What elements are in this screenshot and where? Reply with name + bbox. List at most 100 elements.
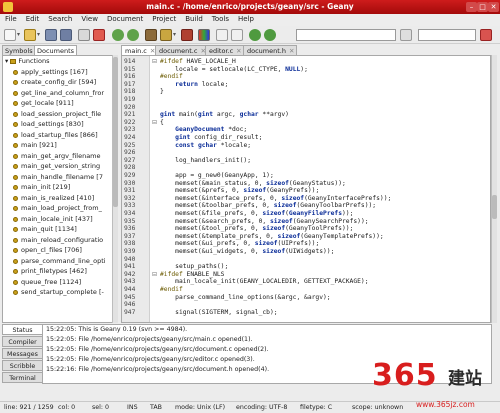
symbol-label: load_settings [830] [21, 120, 84, 128]
symbol-item[interactable]: open_cl_files [706] [3, 245, 117, 256]
symbol-label: send_startup_complete [- [21, 288, 104, 296]
tab-compiler[interactable]: Compiler [2, 336, 42, 347]
function-symbol-icon [13, 174, 18, 180]
color-chooser-icon[interactable] [198, 29, 210, 41]
tab-terminal[interactable]: Terminal [2, 372, 42, 383]
window-titlebar: main.c - /home/enrico/projects/geany/src… [0, 0, 500, 14]
symbol-item[interactable]: main_get_argv_filename [3, 151, 117, 162]
symbol-item[interactable]: create_config_dir [594] [3, 77, 117, 88]
symbol-item[interactable]: main_is_realized [410] [3, 193, 117, 204]
symbol-label: main_is_realized [410] [21, 193, 95, 202]
tab-symbols[interactable]: Symbols [2, 45, 36, 55]
chevron-down-icon[interactable]: ▾ [17, 29, 22, 41]
minimize-icon[interactable]: – [466, 2, 477, 12]
symbol-item[interactable]: get_locale [911] [3, 98, 117, 109]
symbol-item[interactable]: apply_settings [167] [3, 67, 117, 78]
symbol-item[interactable]: load_settings [830] [3, 119, 117, 130]
build-icon[interactable] [160, 29, 172, 41]
symbol-label: main_reload_configuratio [21, 235, 104, 244]
chevron-down-icon[interactable]: ▾ [37, 29, 42, 41]
menu-tools[interactable]: Tools [207, 14, 233, 23]
symbol-label: main_init [219] [21, 183, 71, 191]
unindent-icon[interactable] [264, 29, 276, 41]
folder-icon [10, 58, 17, 64]
search-icon[interactable] [400, 29, 412, 41]
symbol-item[interactable]: load_session_project_file [3, 109, 117, 120]
search-input[interactable] [296, 29, 396, 41]
function-symbol-icon [13, 132, 18, 138]
menu-edit[interactable]: Edit [21, 14, 44, 23]
symbol-item[interactable]: send_startup_complete [- [3, 287, 117, 298]
function-symbol-icon [13, 101, 18, 106]
tab-status[interactable]: Status [2, 324, 42, 335]
sidebar-scrollbar[interactable] [112, 55, 118, 323]
watermark-number: 365 [372, 358, 438, 393]
menu-project[interactable]: Project [147, 14, 180, 23]
symbol-item[interactable]: load_startup_files [866] [3, 130, 117, 141]
symbol-item[interactable]: print_filetypes [462] [3, 266, 117, 277]
zoom-out-icon[interactable] [231, 29, 243, 41]
code-editor[interactable]: 914 ⊟ #ifdef HAVE_LOCALE_H 915 locale = set… [121, 55, 491, 323]
close-icon[interactable] [93, 29, 105, 41]
close-window-icon[interactable]: ✕ [488, 2, 499, 12]
line-number: 947 [124, 308, 136, 316]
maximize-icon[interactable]: □ [477, 2, 488, 12]
menu-build[interactable]: Build [180, 14, 207, 23]
symbol-item[interactable]: main_quit [1134] [3, 224, 117, 235]
back-icon[interactable] [112, 29, 124, 41]
doc-tab-document-c[interactable]: document.c ✕ [155, 45, 209, 55]
editor-scrollbar[interactable] [491, 55, 497, 323]
symbol-item[interactable]: main_get_version_string [3, 161, 117, 172]
editor-scroll-thumb[interactable] [492, 195, 497, 219]
symbol-item[interactable]: main [921] [3, 140, 117, 151]
menu-view[interactable]: View [76, 14, 102, 23]
menu-help[interactable]: Help [233, 14, 258, 23]
indent-icon[interactable] [249, 29, 261, 41]
symbol-label: main_quit [1134] [21, 225, 77, 233]
symbol-item[interactable]: main_handle_filename [7 [3, 172, 117, 183]
new-file-icon[interactable] [4, 29, 16, 41]
symbol-label: main_handle_filename [7 [21, 172, 103, 181]
doc-tab-document-h[interactable]: document.h ✕ [243, 45, 298, 55]
doc-tab-editor-c[interactable]: editor.c ✕ [205, 45, 245, 55]
code-line[interactable]: 947 signal(SIGTERM, signal_cb); [122, 308, 490, 319]
doc-tab-main-c[interactable]: main.c ✕ [121, 45, 159, 55]
revert-icon[interactable] [78, 29, 90, 41]
symbol-item[interactable]: main_init [219] [3, 182, 117, 193]
tab-close-icon[interactable]: ✕ [289, 47, 294, 55]
run-icon[interactable] [181, 29, 193, 41]
status-sel: sel: 0 [92, 404, 110, 411]
sidebar-scroll-thumb[interactable] [113, 57, 118, 207]
tab-messages[interactable]: Messages [2, 348, 42, 359]
menu-search[interactable]: Search [43, 14, 76, 23]
menu-file[interactable]: File [0, 14, 21, 23]
forward-icon[interactable] [127, 29, 139, 41]
symbol-item[interactable]: get_line_and_column_fror [3, 88, 117, 99]
tab-close-icon[interactable]: ✕ [236, 47, 241, 55]
expand-arrow-icon[interactable]: ▾ [5, 57, 8, 65]
chevron-down-icon[interactable]: ▾ [173, 29, 178, 41]
goto-line-input[interactable] [418, 29, 476, 41]
symbol-item[interactable]: main_locale_init [437] [3, 214, 117, 225]
zoom-in-icon[interactable] [216, 29, 228, 41]
tab-scribble[interactable]: Scribble [2, 360, 42, 371]
symbol-item[interactable]: parse_command_line_opti [3, 256, 117, 267]
symbol-item[interactable]: main_reload_configuratio [3, 235, 117, 246]
window-title: main.c - /home/enrico/projects/geany/src… [146, 2, 354, 11]
open-file-icon[interactable] [24, 29, 36, 41]
save-all-icon[interactable] [60, 29, 72, 41]
symbol-label: get_line_and_column_fror [21, 88, 105, 97]
compile-icon[interactable] [145, 29, 157, 41]
watermark-cn: 建站 [448, 369, 482, 389]
tree-root-functions[interactable]: ▾ Functions [3, 56, 117, 67]
function-symbol-icon [13, 69, 18, 75]
function-symbol-icon [13, 227, 18, 232]
fold-marker-icon[interactable] [152, 310, 157, 316]
symbol-item[interactable]: queue_free [1124] [3, 277, 117, 288]
tab-documents[interactable]: Documents [34, 45, 78, 55]
symbol-label: parse_command_line_opti [21, 256, 106, 265]
menu-document[interactable]: Document [102, 14, 147, 23]
quit-icon[interactable] [480, 29, 492, 41]
save-icon[interactable] [45, 29, 57, 41]
symbol-item[interactable]: main_load_project_from_ [3, 203, 117, 214]
